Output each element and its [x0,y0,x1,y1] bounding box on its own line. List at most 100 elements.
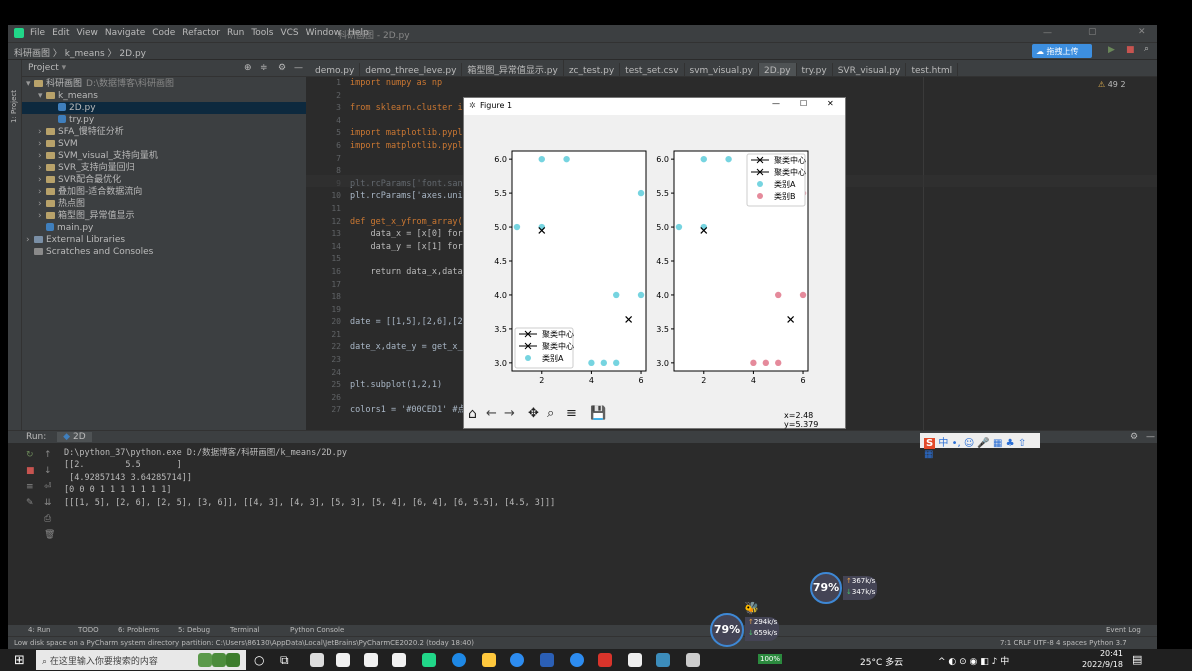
tab-run[interactable]: 4: Run [28,625,50,636]
tab-todo[interactable]: TODO [78,625,99,636]
menu-edit[interactable]: Edit [52,28,69,38]
save-icon[interactable]: 💾 [590,406,606,421]
app-banner-icon[interactable] [198,653,212,667]
expand-icon[interactable]: › [38,174,46,186]
print-icon[interactable]: ⎙ [44,511,56,527]
close-icon[interactable]: ✕ [1138,27,1146,37]
minimize-icon[interactable]: — [1043,28,1052,38]
forward-icon[interactable]: → [504,406,515,421]
hide-icon[interactable]: — [294,63,303,73]
taskbar-date[interactable]: 2022/9/18 [1077,660,1123,669]
taskbar-app-grid-icon[interactable] [310,653,324,667]
expand-icon[interactable]: › [38,198,46,210]
expand-icon[interactable]: › [38,150,46,162]
taskbar-app-icon-4[interactable] [656,653,670,667]
taskbar-pycharm-icon[interactable] [422,653,436,667]
app-banner-icon-3[interactable] [226,653,240,667]
back-icon[interactable]: ← [486,406,497,421]
editor-tab[interactable]: demo_three_leve.py [360,63,463,76]
taskbar-time[interactable]: 20:41 [1083,649,1123,658]
cpu-meter-1[interactable]: 79% [810,572,842,604]
settings-icon[interactable]: ⚙ [1130,431,1138,443]
gear-icon[interactable]: ⚙ [278,63,286,73]
figure-canvas[interactable]: 2 4 63.03.54.04.55.05.56.0聚类中心聚类中心类别A2 4 63.… [464,115,845,403]
tab-python-console[interactable]: Python Console [290,625,344,636]
menu-refactor[interactable]: Refactor [182,28,220,38]
tab-event-log[interactable]: Event Log [1106,625,1141,636]
tree-item[interactable]: › SVR配合最优化 [22,174,306,186]
taskbar-app-icon-3[interactable] [628,653,642,667]
breadcrumb-file[interactable]: 2D.py [119,49,146,59]
menu-file[interactable]: File [30,28,45,38]
taskbar-app-icon[interactable] [540,653,554,667]
expand-icon[interactable]: › [38,162,46,174]
ime-toolbar[interactable]: S 中 •, ☺ 🎤 ▦ ♣ ⇧ ▦ [920,433,1040,460]
layout-icon[interactable]: ≡ [26,479,38,495]
down-icon[interactable]: ↓ [44,463,56,479]
home-icon[interactable]: ⌂ [468,406,477,422]
project-tool-tab[interactable]: 1: Project [10,90,18,123]
status-right[interactable]: 7:1 CRLF UTF-8 4 spaces Python 3.7 [1000,637,1127,649]
taskbar-doc-icon-2[interactable] [364,653,378,667]
expand-icon[interactable]: › [38,186,46,198]
menu-code[interactable]: Code [152,28,175,38]
windows-start-icon[interactable]: ⊞ [14,653,25,668]
editor-tab[interactable]: test.html [906,63,959,76]
collapse-icon[interactable]: ≑ [260,63,268,73]
tree-item[interactable]: › 热点图 [22,198,306,210]
taskbar-doc-icon-3[interactable] [392,653,406,667]
run-tab[interactable]: ◆ 2D [57,432,92,442]
expand-icon[interactable]: › [26,234,34,246]
cortana-icon[interactable]: ○ [254,653,264,667]
console-output[interactable]: D:\python_37\python.exe D:/数据博客/科研画图/k_m… [64,447,555,509]
taskbar-edge-icon[interactable] [452,653,466,667]
notification-icon[interactable]: ▤ [1132,653,1142,666]
app-banner-icon-2[interactable] [212,653,226,667]
tree-item[interactable]: › SVM [22,138,306,150]
zoom-icon[interactable]: ⌕ [547,406,554,421]
scroll-end-icon[interactable]: ⇊ [44,495,56,511]
taskbar-explorer-icon[interactable] [482,653,496,667]
tab-problems[interactable]: 6: Problems [118,625,159,636]
expand-icon[interactable]: › [38,210,46,222]
editor-tab[interactable]: SVR_visual.py [833,63,907,76]
tree-item[interactable]: main.py [22,222,306,234]
pan-icon[interactable]: ✥ [528,406,539,421]
expand-icon[interactable]: ▾ [26,78,34,90]
wrap-icon[interactable]: ⏎ [44,479,56,495]
expand-icon[interactable]: › [38,138,46,150]
up-icon[interactable]: ↑ [44,447,56,463]
menu-window[interactable]: Window [306,28,342,38]
tree-item[interactable]: ▾ k_means [22,90,306,102]
cpu-meter-2[interactable]: 79% [710,613,744,647]
task-view-icon[interactable]: ⧉ [280,653,289,668]
editor-tab[interactable]: try.py [797,63,833,76]
breadcrumb-folder[interactable]: k_means [65,49,105,59]
figure-maximize-icon[interactable]: ☐ [800,99,807,108]
hide-run-icon[interactable]: — [1146,431,1155,443]
taskbar-doc-icon[interactable] [336,653,350,667]
stop-run-icon[interactable]: ■ [26,463,38,479]
tree-item[interactable]: try.py [22,114,306,126]
tree-item[interactable]: › 叠加图-适合数据流向 [22,186,306,198]
menu-vcs[interactable]: VCS [280,28,298,38]
figure-close-icon[interactable]: ✕ [827,99,834,108]
weather[interactable]: 25°C 多云 [860,655,903,668]
taskbar-app-icon-5[interactable] [686,653,700,667]
editor-tab[interactable]: 箱型图_异常值显示.py [462,60,564,76]
taskbar-app-icon-2[interactable] [570,653,584,667]
menu-tools[interactable]: Tools [251,28,273,38]
run-icon[interactable]: ▶ [1108,45,1115,55]
status-message[interactable]: Low disk space on a PyCharm system direc… [14,637,474,649]
trash-icon[interactable]: 🗑 [44,527,56,543]
tab-debug[interactable]: 5: Debug [178,625,210,636]
target-icon[interactable]: ⊕ [244,63,252,73]
editor-tab[interactable]: svm_visual.py [685,63,759,76]
tree-item[interactable]: Scratches and Consoles [22,246,306,258]
expand-icon[interactable]: › [38,126,46,138]
tree-item[interactable]: › SVR_支持向量回归 [22,162,306,174]
expand-icon[interactable]: ▾ [38,90,46,102]
upload-button[interactable]: ☁ 拖拽上传 [1032,44,1092,58]
battery-indicator[interactable]: 100% [758,654,783,664]
menu-run[interactable]: Run [227,28,244,38]
